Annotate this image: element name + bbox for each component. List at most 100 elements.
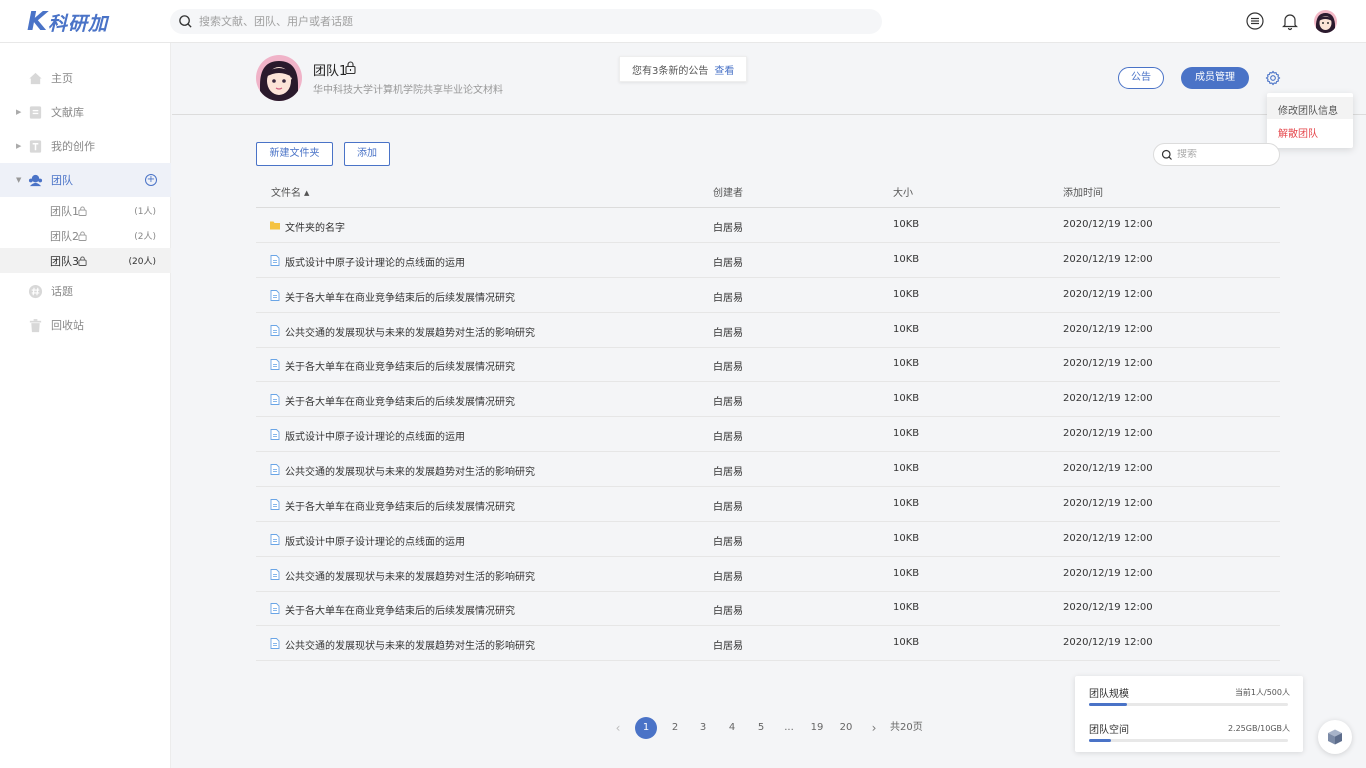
file-name[interactable]: 版式设计中原子设计理论的点线面的运用 <box>285 533 465 548</box>
file-name[interactable]: 关于各大单车在商业竞争结束后的后续发展情况研究 <box>285 602 515 617</box>
sidebar: 主页 ▶ 文献库 ▶ 我的创作 ▼ 团队 + 团队1 (1人) 团队2 (2人)… <box>0 43 171 768</box>
sidebar-item-my-creation[interactable]: ▶ 我的创作 <box>0 129 171 163</box>
caret-right-icon[interactable]: ▶ <box>16 142 21 150</box>
column-header-creator[interactable]: 创建者 <box>713 184 743 199</box>
file-name[interactable]: 文件夹的名字 <box>285 219 345 234</box>
team-label: 团队2 <box>50 229 79 243</box>
add-button[interactable]: 添加 <box>344 142 390 166</box>
global-search-input[interactable] <box>199 15 799 28</box>
file-creator: 白居易 <box>713 571 743 583</box>
file-creator: 白居易 <box>713 257 743 269</box>
new-folder-button[interactable]: 新建文件夹 <box>256 142 333 166</box>
page-button[interactable]: 2 <box>664 717 686 739</box>
file-size: 10KB <box>893 393 920 405</box>
table-row[interactable]: 公共交通的发展现状与未来的发展趋势对生活的影响研究 白居易 10KB 2020/12/… <box>256 557 1280 592</box>
notice-view-link[interactable]: 查看 <box>714 62 734 77</box>
page-button[interactable]: 3 <box>692 717 714 739</box>
document-icon <box>270 498 280 510</box>
file-added-time: 2020/12/19 12:00 <box>1063 497 1153 509</box>
sidebar-item-label: 主页 <box>51 72 73 85</box>
table-row[interactable]: 公共交通的发展现状与未来的发展趋势对生活的影响研究 白居易 10KB 2020/12/… <box>256 626 1280 662</box>
sidebar-item-topics[interactable]: 话题 <box>0 274 171 308</box>
member-management-button[interactable]: 成员管理 <box>1181 67 1249 89</box>
table-row[interactable]: 关于各大单车在商业竞争结束后的后续发展情况研究 白居易 10KB 2020/12/19… <box>256 278 1280 313</box>
cube-float-button[interactable] <box>1318 720 1352 754</box>
table-row[interactable]: 关于各大单车在商业竞争结束后的后续发展情况研究 白居易 10KB 2020/12/19… <box>256 591 1280 627</box>
file-name[interactable]: 版式设计中原子设计理论的点线面的运用 <box>285 428 465 443</box>
file-name[interactable]: 公共交通的发展现状与未来的发展趋势对生活的影响研究 <box>285 324 535 339</box>
table-row[interactable]: 关于各大单车在商业竞争结束后的后续发展情况研究 白居易 10KB 2020/12/19… <box>256 347 1280 383</box>
sidebar-team-2[interactable]: 团队2 (2人) <box>0 223 171 248</box>
page-button[interactable]: 5 <box>750 717 772 739</box>
page-button[interactable]: 1 <box>635 717 657 739</box>
page-button[interactable]: 20 <box>835 717 857 739</box>
document-icon <box>270 463 280 475</box>
file-name[interactable]: 关于各大单车在商业竞争结束后的后续发展情况研究 <box>285 358 515 373</box>
announcement-button[interactable]: 公告 <box>1118 67 1164 89</box>
dissolve-team-item[interactable]: 解散团队 <box>1278 125 1318 140</box>
team-avatar <box>256 55 302 101</box>
table-row[interactable]: 公共交通的发展现状与未来的发展趋势对生活的影响研究 白居易 10KB 2020/12/… <box>256 452 1280 487</box>
file-name[interactable]: 公共交通的发展现状与未来的发展趋势对生活的影响研究 <box>285 568 535 583</box>
sidebar-item-home[interactable]: 主页 <box>0 61 171 95</box>
column-header-label: 文件名 <box>271 188 301 199</box>
team-label: 团队1 <box>50 204 79 218</box>
document-icon <box>270 429 280 441</box>
edit-team-info-item[interactable]: 修改团队信息 <box>1278 102 1338 117</box>
table-row[interactable]: 关于各大单车在商业竞争结束后的后续发展情况研究 白居易 10KB 2020/12/19… <box>256 382 1280 418</box>
column-header-time[interactable]: 添加时间 <box>1063 184 1103 199</box>
column-header-name[interactable]: 文件名 ▲ <box>271 184 309 199</box>
file-creator: 白居易 <box>713 223 743 234</box>
document-icon <box>270 254 280 266</box>
add-team-button[interactable]: + <box>145 174 157 186</box>
table-row[interactable]: 版式设计中原子设计理论的点线面的运用 白居易 10KB 2020/12/19 12:0… <box>256 417 1280 453</box>
table-row[interactable]: 版式设计中原子设计理论的点线面的运用 白居易 10KB 2020/12/19 12:0… <box>256 243 1280 278</box>
logo[interactable]: K 科研加 <box>27 8 108 36</box>
file-added-time: 2020/12/19 12:00 <box>1063 462 1153 474</box>
file-search-bar[interactable] <box>1153 143 1280 166</box>
column-header-size[interactable]: 大小 <box>893 184 913 199</box>
gear-icon[interactable] <box>1265 70 1281 86</box>
file-size: 10KB <box>893 497 920 509</box>
table-row[interactable]: 文件夹的名字 白居易 10KB 2020/12/19 12:00 <box>256 208 1280 243</box>
file-name[interactable]: 关于各大单车在商业竞争结束后的后续发展情况研究 <box>285 498 515 513</box>
team-space-bar-fill <box>1089 739 1111 742</box>
table-row[interactable]: 关于各大单车在商业竞争结束后的后续发展情况研究 白居易 10KB 2020/12/19… <box>256 487 1280 522</box>
file-name[interactable]: 关于各大单车在商业竞争结束后的后续发展情况研究 <box>285 289 515 304</box>
file-name[interactable]: 关于各大单车在商业竞争结束后的后续发展情况研究 <box>285 393 515 408</box>
prev-page-button[interactable]: ‹ <box>611 717 625 739</box>
team-space-value: 2.25GB/10GB人 <box>1227 724 1290 733</box>
cube-icon <box>1328 729 1342 745</box>
text-icon <box>29 139 42 153</box>
file-search-input[interactable] <box>1177 149 1272 160</box>
bell-icon[interactable] <box>1280 11 1300 31</box>
top-bar: K 科研加 <box>0 0 1366 43</box>
user-avatar[interactable] <box>1314 10 1337 33</box>
sidebar-item-label: 回收站 <box>51 319 84 332</box>
page-button[interactable]: 19 <box>806 717 828 739</box>
file-name[interactable]: 公共交通的发展现状与未来的发展趋势对生活的影响研究 <box>285 463 535 478</box>
page-button[interactable]: 4 <box>721 717 743 739</box>
caret-right-icon[interactable]: ▶ <box>16 108 21 116</box>
sidebar-team-1[interactable]: 团队1 (1人) <box>0 198 171 223</box>
global-search-bar[interactable] <box>170 9 882 34</box>
sidebar-team-3[interactable]: 团队3 (20人) <box>0 248 171 273</box>
file-creator: 白居易 <box>713 397 743 409</box>
sidebar-item-library[interactable]: ▶ 文献库 <box>0 95 171 129</box>
next-page-button[interactable]: › <box>867 717 881 739</box>
sort-up-icon[interactable]: ▲ <box>304 189 309 197</box>
team-icon <box>28 174 43 186</box>
file-added-time: 2020/12/19 12:00 <box>1063 532 1153 544</box>
team-scale-bar <box>1089 703 1288 706</box>
sidebar-item-team[interactable]: ▼ 团队 + <box>0 163 171 197</box>
file-name[interactable]: 版式设计中原子设计理论的点线面的运用 <box>285 254 465 269</box>
table-row[interactable]: 公共交通的发展现状与未来的发展趋势对生活的影响研究 白居易 10KB 2020/12/… <box>256 313 1280 348</box>
team-space-bar <box>1089 739 1288 742</box>
caret-down-icon[interactable]: ▼ <box>16 176 21 184</box>
sidebar-item-trash[interactable]: 回收站 <box>0 308 171 342</box>
file-name[interactable]: 公共交通的发展现状与未来的发展趋势对生活的影响研究 <box>285 637 535 652</box>
table-row[interactable]: 版式设计中原子设计理论的点线面的运用 白居易 10KB 2020/12/19 12:0… <box>256 522 1280 557</box>
team-member-count: (1人) <box>134 207 156 217</box>
pagination-ellipsis: ... <box>784 722 794 733</box>
menu-icon[interactable] <box>1245 11 1265 31</box>
